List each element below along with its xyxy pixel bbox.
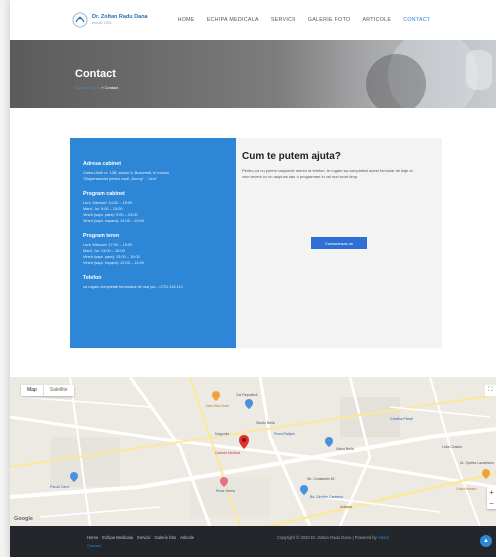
hero-decoration (366, 54, 426, 108)
footer-link-servicii[interactable]: Servicii (137, 535, 151, 540)
page: Dr. Zoltan Radu Dana medic ORL Home Echi… (10, 0, 496, 557)
map-roads (10, 377, 496, 526)
site-footer: Home Echipa Medicala Servicii Galerie fo… (10, 526, 496, 557)
contact-section: Adresa cabinet Calea Unirii nr. 12B, sec… (10, 108, 496, 377)
contact-button[interactable]: Contacteaza-ne (311, 237, 367, 249)
poi-marker-icon[interactable] (482, 469, 490, 479)
map-label: Antenia (340, 505, 352, 509)
main-nav: Home Echipa medicala Servicii Galerie fo… (178, 17, 443, 23)
map-label: Parcul Carol (50, 485, 70, 489)
map-embed[interactable]: Map Satellite ⛶ + − Dom Bon Dom Cal Repu… (10, 377, 496, 526)
poi-marker-icon[interactable] (70, 472, 78, 482)
footer-link-echipa[interactable]: Echipa Medicala (102, 535, 133, 540)
map-label: Pizza Rallyes (274, 432, 296, 436)
poi-marker-icon[interactable] (300, 485, 308, 495)
schedule-line: Vineri (sapt. impara): 12:00 – 14:00 (83, 260, 144, 265)
program-teren-title: Program teren (83, 233, 120, 239)
breadcrumb: Acasa / Home » Contact (75, 85, 118, 90)
help-title: Cum te putem ajuta? (242, 151, 341, 162)
schedule-line: Vineri (sapt. impara): 14:00 – 19:00 (83, 218, 144, 223)
copyright: Copyright © 2020 Dr. Zoltan Radu Dana | … (277, 535, 389, 540)
google-logo: Google (14, 516, 33, 522)
nav-item-echipa[interactable]: Echipa medicala (207, 17, 259, 23)
map-label: Studio Bella (256, 421, 275, 425)
breadcrumb-current: » Contact (101, 85, 119, 90)
map-label: Cal Republicii (236, 393, 258, 397)
scroll-top-button[interactable]: ▲ (480, 535, 492, 547)
copyright-text: Copyright © 2020 Dr. Zoltan Radu Dana | … (277, 535, 377, 540)
footer-link-home[interactable]: Home (87, 535, 98, 540)
logo[interactable]: Dr. Zoltan Radu Dana medic ORL (72, 12, 148, 28)
map-label: Magnolia (215, 432, 230, 436)
powered-by-link[interactable]: Vibral (378, 535, 389, 540)
zoom-out-button[interactable]: − (487, 498, 496, 509)
zoom-control: + − (487, 487, 496, 509)
help-block: Cum te putem ajuta? Pentru ca nu putem r… (242, 151, 442, 180)
nav-item-articole[interactable]: Articole (362, 17, 391, 23)
map-label: Str. Constantin 81 (307, 477, 335, 481)
footer-links: Home Echipa Medicala Servicii Galerie fo… (87, 535, 198, 540)
nav-item-galerie[interactable]: Galerie foto (308, 17, 351, 23)
address-title: Adresa cabinet (83, 161, 121, 167)
page-title: Contact (75, 68, 116, 80)
help-text: Pentru ca nu putem raspunde mereu la tel… (242, 168, 413, 179)
program-cabinet-title: Program cabinet (83, 191, 125, 197)
map-tab-map[interactable]: Map (21, 385, 43, 396)
poi-marker-icon[interactable] (245, 399, 253, 409)
map-label: Dr. Spelea Lazareanu (460, 461, 494, 465)
footer-link-galerie[interactable]: Galerie foto (154, 535, 176, 540)
map-label: Salon Bella (336, 447, 354, 451)
logo-subtitle: medic ORL (92, 20, 113, 26)
phone-title: Telefon (83, 275, 102, 281)
nav-item-contact[interactable]: Contact (403, 17, 430, 23)
nav-item-servicii[interactable]: Servicii (271, 17, 296, 23)
fullscreen-icon[interactable]: ⛶ (485, 385, 496, 396)
map-label: Dom Bon Dom (206, 404, 229, 408)
poi-marker-icon[interactable] (220, 477, 228, 487)
poi-marker-icon[interactable] (325, 437, 333, 447)
arrow-up-icon: ▲ (483, 538, 489, 544)
phone-line[interactable]: va rugam completati formularul de mai jo… (83, 284, 236, 290)
footer-link-articole[interactable]: Articole (180, 535, 194, 540)
hero-banner: Contact Acasa / Home » Contact (10, 40, 496, 108)
map-label: Linia Ciolanu (442, 445, 463, 449)
map-tab-satellite[interactable]: Satellite (42, 385, 74, 396)
poi-marker-icon[interactable] (212, 391, 220, 401)
hero-decoration (466, 50, 492, 90)
logo-icon (72, 12, 88, 28)
map-label: Cabinet Medical (215, 451, 241, 455)
site-header: Dr. Zoltan Radu Dana medic ORL Home Echi… (10, 0, 496, 40)
map-pin-icon[interactable] (239, 435, 249, 449)
map-label: Rosa Vanea (216, 489, 236, 493)
map-label: Gradina Pitesti (390, 417, 413, 421)
zoom-in-button[interactable]: + (487, 487, 496, 498)
footer-link-contact[interactable]: Contact (87, 543, 101, 548)
address-line: "Dispensarului pentru copii „Sunny“ - "U… (83, 176, 158, 181)
nav-item-home[interactable]: Home (178, 17, 195, 23)
map-label: Bd. Dimitrie Cantemir (310, 495, 344, 499)
breadcrumb-home-link[interactable]: Acasa / Home (75, 85, 100, 90)
contact-info-panel: Adresa cabinet Calea Unirii nr. 12B, sec… (70, 138, 236, 348)
map-type-tabs: Map Satellite (21, 385, 74, 396)
map-label: Linia Hoteluri (456, 487, 477, 491)
